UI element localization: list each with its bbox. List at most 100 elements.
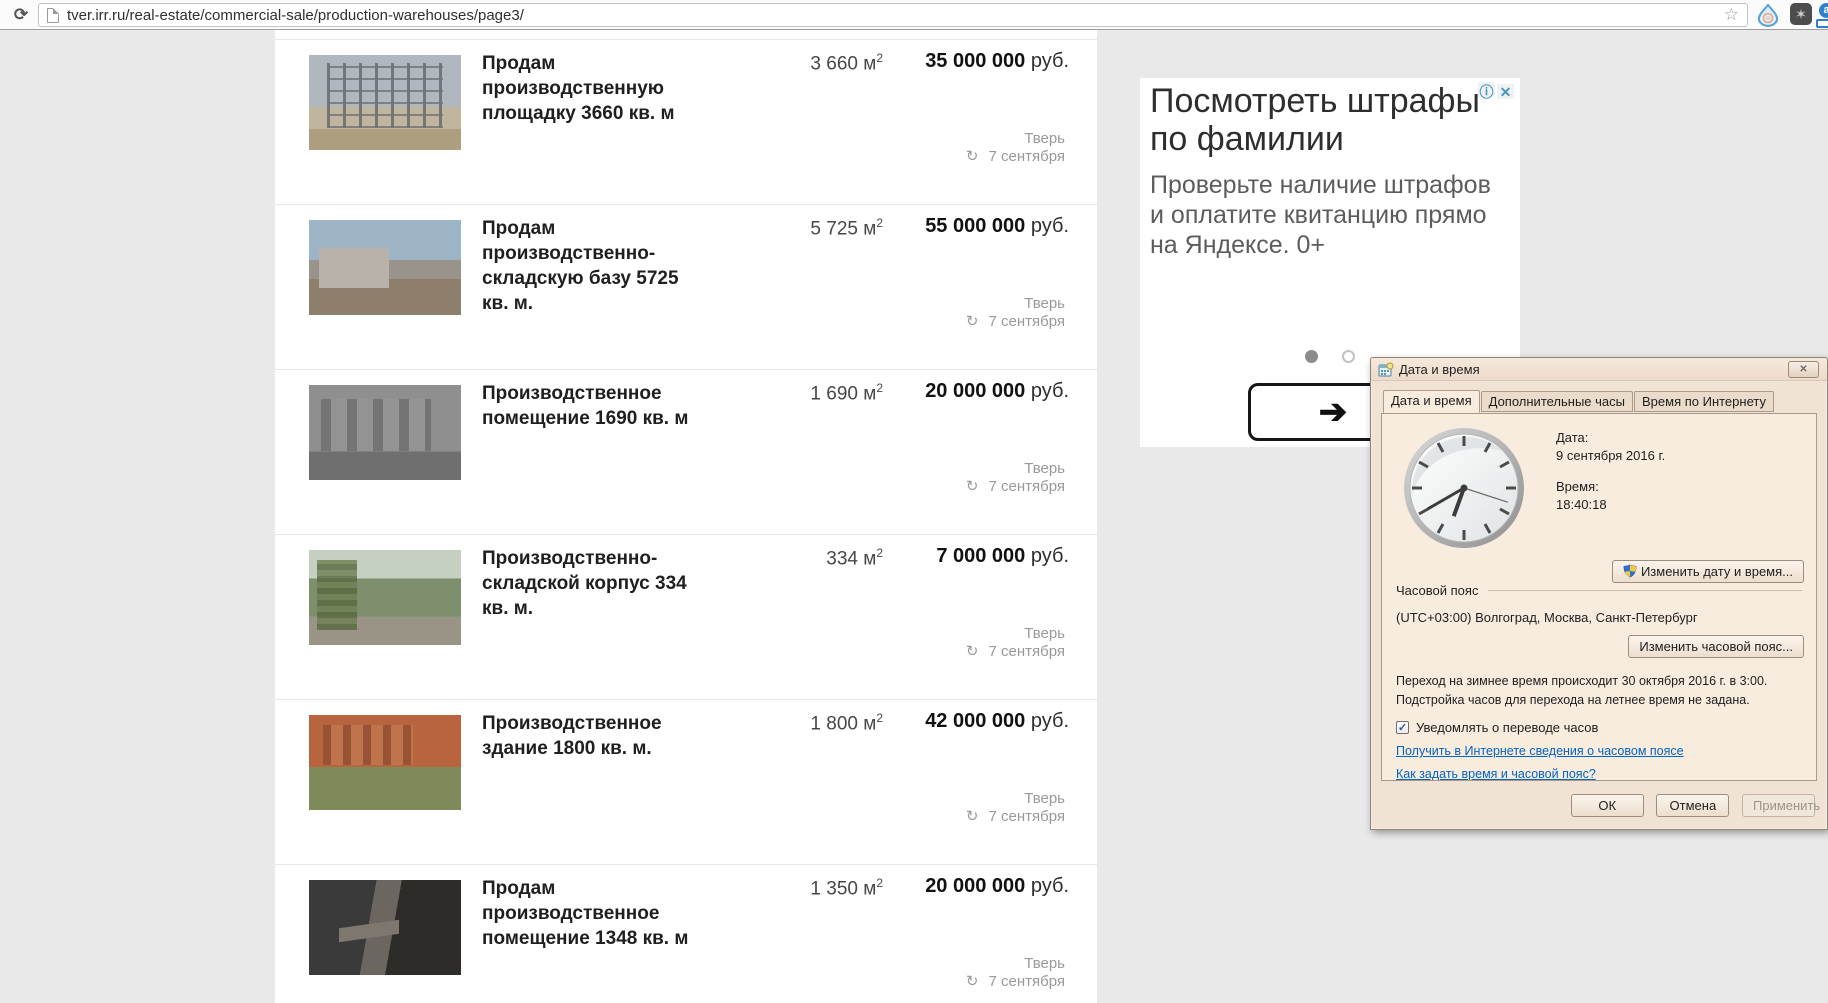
analog-clock [1404,428,1524,548]
extension-drop-icon[interactable] [1756,3,1780,28]
carousel-dot-active[interactable] [1304,350,1318,363]
drop-icon [1757,3,1779,28]
area-sup: 2 [876,51,883,65]
listing-price: 20 000 000 руб. [925,875,1069,898]
price-currency: руб. [1030,215,1069,237]
ad-info-icon[interactable]: ⓘ [1478,82,1495,100]
area-sup: 2 [876,876,883,890]
date-value: 7 сентября [988,808,1065,825]
area-value: 334 м [826,548,877,570]
listing-area: 1 690 м2 [810,381,883,405]
extension-a-icon[interactable]: a [1816,3,1828,28]
date-time-dialog: Дата и время ✕ Дата и время Дополнительны… [1370,357,1828,830]
price-currency: руб. [1030,545,1069,567]
notify-checkbox-label: Уведомлять о переводе часов [1416,720,1599,735]
listing-price: 20 000 000 руб. [925,380,1069,403]
address-bar[interactable]: tver.irr.ru/real-estate/commercial-sale/… [38,3,1748,27]
apply-button[interactable]: Применить [1742,794,1820,817]
listing-area: 3 660 м2 [810,51,883,75]
listing-city: Тверь [1024,460,1065,477]
listing-row[interactable]: Продам производственную площадку 3660 кв… [275,39,1097,204]
listing-photo[interactable] [309,880,461,975]
area-value: 1 690 м [810,383,877,405]
date-time-dialog-icon [1378,362,1394,377]
price-value: 7 000 000 [936,545,1026,567]
listing-price: 35 000 000 руб. [925,50,1069,73]
listing-title[interactable]: Продам производственно-складскую базу 57… [482,216,700,316]
area-value: 5 725 м [810,218,877,240]
change-date-time-button[interactable]: Изменить дату и время... [1611,560,1804,583]
listing-date: ↻ 7 сентября [966,477,1065,495]
listing-photo[interactable] [309,220,461,315]
listing-area: 5 725 м2 [810,216,883,240]
url-text[interactable]: tver.irr.ru/real-estate/commercial-sale/… [67,7,524,24]
listing-photo[interactable] [309,385,461,480]
listing-photo[interactable] [309,55,461,150]
area-sup: 2 [876,546,883,560]
tab-internet-time[interactable]: Время по Интернету [1634,391,1774,412]
listing-price: 55 000 000 руб. [925,215,1069,238]
tab-additional-clocks[interactable]: Дополнительные часы [1480,391,1633,412]
listing-date: ↻ 7 сентября [966,972,1065,990]
dialog-close-icon[interactable]: ✕ [1788,361,1819,378]
dialog-titlebar[interactable]: Дата и время ✕ [1371,358,1827,381]
ad-body[interactable]: Проверьте наличие штрафов и оплатите кви… [1140,158,1520,260]
listing-title[interactable]: Производственно-складской корпус 334 кв.… [482,546,700,621]
tab-panel-date-time: Дата: 9 сентября 2016 г. Время: 18:40:18… [1381,413,1817,781]
listings-column: Продам производственную площадку 3660 кв… [275,30,1097,1003]
price-currency: руб. [1030,50,1069,72]
reload-icon[interactable]: ⟳ [9,3,33,27]
notify-checkbox[interactable]: ✓ [1396,721,1409,734]
listing-title[interactable]: Производственное помещение 1690 кв. м [482,381,700,431]
area-value: 3 660 м [810,53,877,75]
listing-title[interactable]: Продам производственное помещение 1348 к… [482,876,700,951]
listing-city: Тверь [1024,625,1065,642]
set-time-help-link[interactable]: Как задать время и часовой пояс? [1396,767,1596,780]
price-value: 20 000 000 [925,875,1026,897]
ad-title[interactable]: Посмотреть штрафы по фамилии [1140,78,1520,158]
dialog-button-row: ОК Отмена Применить [1381,781,1820,817]
area-value: 1 350 м [810,878,877,900]
listing-photo[interactable] [309,550,461,645]
change-timezone-button[interactable]: Изменить часовой пояс... [1628,635,1804,658]
ad-controls: ⓘ ✕ [1476,82,1514,100]
listing-city: Тверь [1024,130,1065,147]
listing-price: 7 000 000 руб. [936,545,1069,568]
ok-button[interactable]: ОК [1570,794,1644,817]
listing-row[interactable]: Производственное здание 1800 кв. м. 1 80… [275,699,1097,864]
listing-date: ↻ 7 сентября [966,147,1065,165]
page-icon [47,8,59,23]
change-date-time-label: Изменить дату и время... [1640,564,1793,579]
listing-date: ↻ 7 сентября [966,807,1065,825]
listing-area: 334 м2 [826,546,883,570]
dialog-body: Дата и время Дополнительные часы Время по … [1371,381,1827,817]
bookmark-star-icon[interactable]: ☆ [1724,5,1739,25]
price-value: 35 000 000 [925,50,1026,72]
date-value: 7 сентября [988,973,1065,990]
listing-row[interactable]: Продам производственное помещение 1348 к… [275,864,1097,1003]
area-sup: 2 [876,216,883,230]
notify-checkbox-row[interactable]: ✓ Уведомлять о переводе часов [1396,720,1802,735]
refresh-icon: ↻ [965,973,979,990]
dst-note-line2: Подстройка часов для перехода на летнее … [1396,693,1750,707]
dst-note-line1: Переход на зимнее время происходит 30 ок… [1396,674,1768,688]
ad-close-icon[interactable]: ✕ [1497,84,1514,100]
area-value: 1 800 м [810,713,877,735]
date-value: 7 сентября [988,313,1065,330]
timezone-value: (UTC+03:00) Волгоград, Москва, Санкт-Пет… [1396,610,1698,625]
a-bar-icon [1816,19,1828,28]
listing-title[interactable]: Продам производственную площадку 3660 кв… [482,51,700,126]
listing-row[interactable]: Производственное помещение 1690 кв. м 1 … [275,369,1097,534]
area-sup: 2 [876,381,883,395]
listing-title[interactable]: Производственное здание 1800 кв. м. [482,711,700,761]
cancel-button[interactable]: Отмена [1656,794,1730,817]
price-currency: руб. [1030,875,1069,897]
listing-photo[interactable] [309,715,461,810]
listing-row[interactable]: Продам производственно-складскую базу 57… [275,204,1097,369]
tab-date-time[interactable]: Дата и время [1383,390,1480,413]
date-label: Дата: [1556,430,1589,445]
listing-row[interactable]: Производственно-складской корпус 334 кв.… [275,534,1097,699]
carousel-dot[interactable] [1342,350,1356,363]
extension-dark-icon[interactable]: ✶ [1790,3,1814,27]
timezone-info-link[interactable]: Получить в Интернете сведения о часовом … [1396,744,1684,758]
